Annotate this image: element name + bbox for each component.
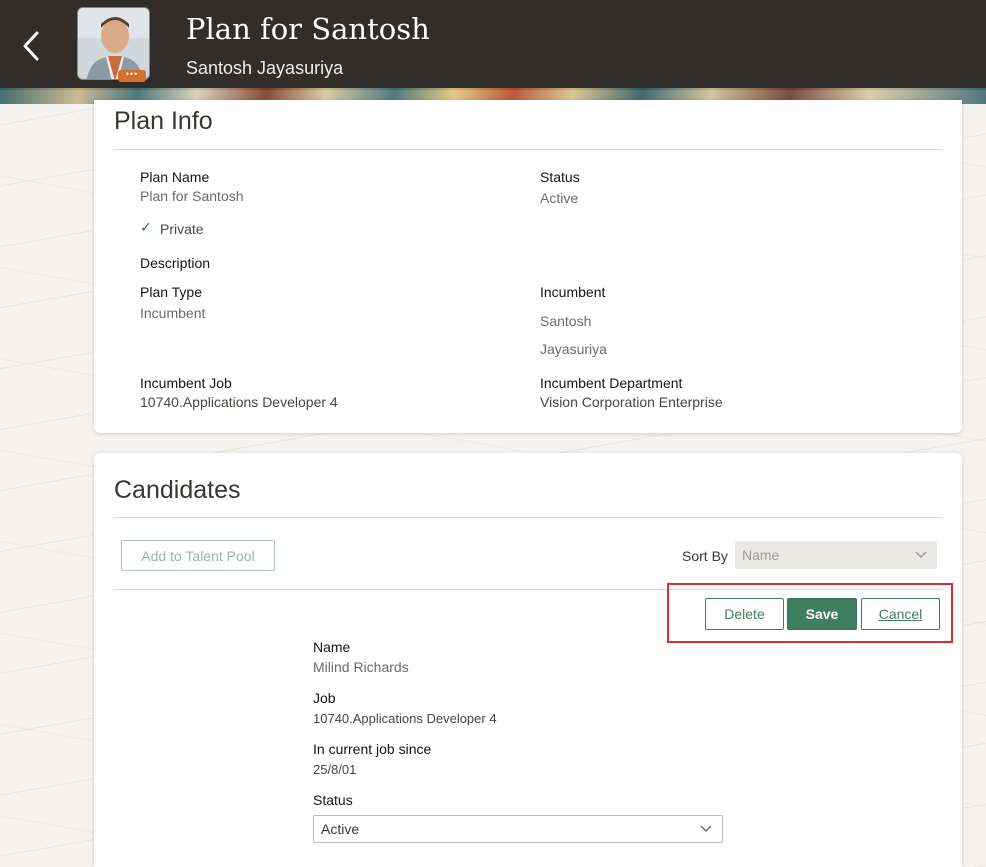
description-label: Description — [140, 255, 211, 271]
incumbent-job-label: Incumbent Job — [140, 375, 232, 391]
highlight-annotation-box — [667, 583, 953, 643]
page-subtitle: Santosh Jayasuriya — [186, 58, 344, 78]
candidate-name-value: Milind Richards — [313, 659, 409, 675]
candidate-status-select[interactable]: Active — [313, 815, 723, 843]
incumbent-last-name: Jayasuriya — [540, 341, 607, 357]
checkmark-icon: ✓ — [140, 219, 152, 235]
sort-by-value: Name — [742, 547, 780, 563]
status-label: Status — [540, 169, 580, 185]
chevron-down-icon — [700, 825, 712, 833]
plan-name-value: Plan for Santosh — [140, 188, 244, 204]
incumbent-department-value: Vision Corporation Enterprise — [540, 394, 723, 410]
status-value: Active — [540, 190, 579, 206]
candidates-divider — [114, 517, 942, 518]
in-current-job-since-value: 25/8/01 — [313, 762, 357, 777]
plan-name-label: Plan Name — [140, 169, 210, 185]
chevron-down-icon — [915, 551, 927, 559]
private-label: Private — [160, 221, 204, 237]
in-current-job-since-label: In current job since — [313, 741, 432, 757]
incumbent-first-name: Santosh — [540, 313, 592, 329]
plan-type-value: Incumbent — [140, 305, 206, 321]
back-button[interactable] — [14, 26, 48, 66]
plan-info-heading: Plan Info — [114, 107, 213, 135]
avatar-more-icon[interactable]: ••• — [118, 70, 146, 82]
page-header: ••• Plan for Santosh Santosh Jayasuriya — [0, 0, 986, 90]
candidates-card: Candidates Add to Talent Pool Sort By Na… — [94, 453, 962, 867]
plan-type-label: Plan Type — [140, 284, 203, 300]
candidate-status-value: Active — [321, 821, 360, 837]
add-to-talent-pool-button[interactable]: Add to Talent Pool — [121, 540, 275, 571]
incumbent-department-label: Incumbent Department — [540, 375, 683, 391]
candidate-job-label: Job — [313, 690, 336, 706]
sort-by-select[interactable]: Name — [735, 541, 937, 569]
candidate-job-value: 10740.Applications Developer 4 — [313, 711, 497, 726]
page-title: Plan for Santosh — [186, 12, 430, 46]
plan-info-card: Plan Info Plan Name Plan for Santosh Sta… — [94, 100, 962, 433]
plan-info-divider — [114, 149, 942, 150]
chevron-left-icon — [23, 31, 39, 61]
sort-by-label: Sort By — [682, 548, 728, 564]
candidate-name-label: Name — [313, 639, 351, 655]
candidate-status-label: Status — [313, 792, 353, 808]
incumbent-label: Incumbent — [540, 284, 606, 300]
candidates-heading: Candidates — [114, 476, 241, 504]
incumbent-job-value: 10740.Applications Developer 4 — [140, 394, 338, 410]
